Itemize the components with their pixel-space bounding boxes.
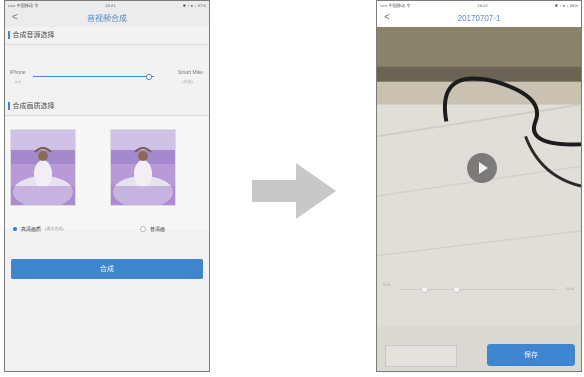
audio-source-slider[interactable]: iPhone (m) Smart Mike (外部) <box>5 67 209 89</box>
back-button[interactable]: < <box>12 12 18 24</box>
carrier-text: ••••• 中国移动 令 <box>8 2 39 8</box>
phone-screen-player: ••••• 中国移动 令 15:22 ✱ ↑ ● ↓ 95% < 2017070… <box>376 0 582 372</box>
video-player[interactable] <box>377 27 581 371</box>
play-button[interactable] <box>467 153 497 183</box>
section-accent-bar <box>8 31 10 39</box>
back-button[interactable]: < <box>384 12 390 24</box>
slider-right-sub: (外部) <box>182 79 193 84</box>
battery-text: ✱ ↑ ● ↓ 95% <box>554 3 578 8</box>
option-note: (建议合成) <box>45 226 64 231</box>
status-bar: ••••• 中国移动 令 15:22 ✱ ↑ ● ↓ 95% <box>377 1 581 10</box>
slider-right-label: Smart Mike <box>177 70 203 76</box>
clock-text: 15:22 <box>477 3 488 8</box>
divider <box>5 44 209 45</box>
play-icon <box>479 162 488 174</box>
phone-screen-synthesis: ••••• 中国移动 令 15:21 ✱ ↑ ● ↓ 97% < 音视频合成 合… <box>4 0 210 372</box>
slider-left-label: iPhone <box>10 70 26 76</box>
clock-text: 15:21 <box>105 3 116 8</box>
radio-unselected-icon[interactable] <box>140 226 146 232</box>
save-button[interactable]: 保存 <box>487 344 575 366</box>
section-title: 合成音源选择 <box>12 32 55 39</box>
quality-option-sd[interactable]: 普清画 <box>140 224 165 234</box>
slider-left-sub: (m) <box>15 79 21 84</box>
slider-thumb[interactable] <box>146 74 153 80</box>
carrier-text: ••••• 中国移动 令 <box>380 2 411 8</box>
video-title: 20170707-1 <box>457 14 501 23</box>
sd-preview-image[interactable] <box>110 129 176 206</box>
status-bar: ••••• 中国移动 令 15:21 ✱ ↑ ● ↓ 97% <box>5 1 209 10</box>
quality-option-hd[interactable]: 高清画质 (建议合成) <box>13 224 64 234</box>
synthesis-body: 合成音源选择 iPhone (m) Smart Mike (外部) 合成画质选择 <box>5 27 209 371</box>
video-frame-image <box>377 27 581 371</box>
total-time: 0:34 <box>566 286 574 291</box>
trim-end-handle[interactable] <box>452 286 460 293</box>
current-time: 0:00 <box>383 282 391 287</box>
nav-bar: < 音视频合成 <box>5 10 209 27</box>
option-label: 普清画 <box>150 226 166 233</box>
section-title: 合成画质选择 <box>12 103 55 110</box>
hd-preview-image[interactable] <box>10 129 76 206</box>
section-accent-bar <box>8 102 10 110</box>
synthesize-button[interactable]: 合成 <box>11 259 203 279</box>
battery-text: ✱ ↑ ● ↓ 97% <box>182 3 206 8</box>
quality-section-title: 合成画质选择 <box>8 100 55 112</box>
right-arrow-icon <box>252 163 336 219</box>
nav-bar: < 20170707-1 <box>377 10 581 27</box>
option-label: 高清画质 <box>21 226 42 233</box>
divider <box>5 115 209 116</box>
audio-source-section-title: 合成音源选择 <box>8 29 55 41</box>
quality-options-panel: 高清画质 (建议合成) 普清画 <box>5 117 209 233</box>
radio-selected-icon[interactable] <box>13 227 17 231</box>
page-title: 音视频合成 <box>87 14 127 23</box>
slider-track[interactable] <box>33 76 154 77</box>
secondary-button[interactable] <box>385 345 457 367</box>
